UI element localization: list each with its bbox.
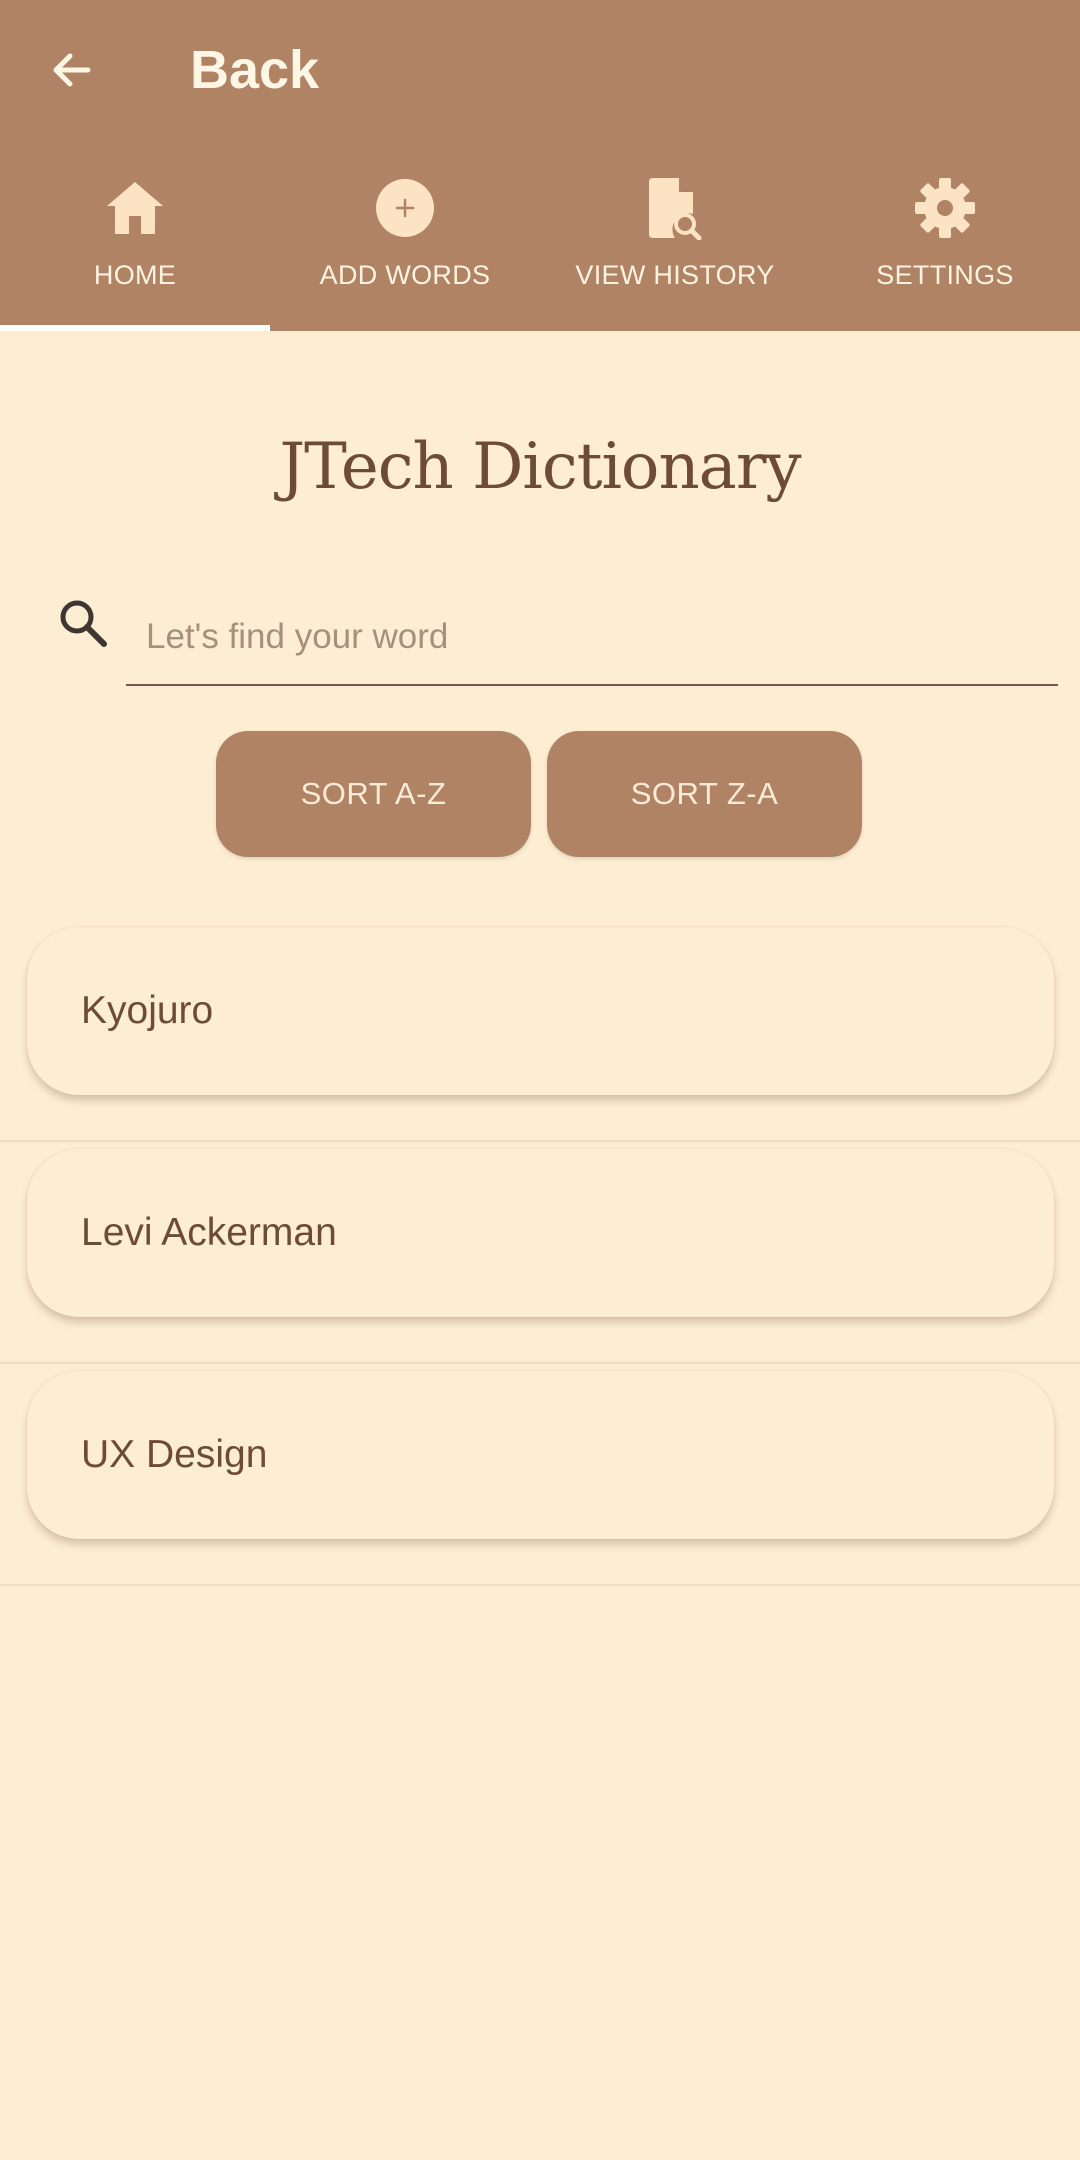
sort-za-button[interactable]: SORT Z-A <box>547 731 862 857</box>
sort-az-button[interactable]: SORT A-Z <box>216 731 531 857</box>
tab-add-words-label: ADD WORDS <box>319 260 491 290</box>
word-text: Levi Ackerman <box>81 1211 337 1254</box>
tab-home[interactable]: HOME <box>0 160 270 331</box>
tab-view-history-label: VIEW HISTORY <box>575 260 775 290</box>
toolbar-title[interactable]: Back <box>190 36 319 104</box>
list-item: Kyojuro <box>0 920 1080 1142</box>
app-header: Back HOME ADD WORDS VIEW HISTORY SETTING… <box>0 0 1080 331</box>
tab-settings-label: SETTINGS <box>876 260 1014 290</box>
tab-add-words[interactable]: ADD WORDS <box>270 160 540 331</box>
tab-bar: HOME ADD WORDS VIEW HISTORY SETTINGS <box>0 160 1080 331</box>
arrow-left-icon[interactable] <box>44 42 100 98</box>
list-item: UX Design <box>0 1364 1080 1586</box>
plus-circle-icon <box>371 174 439 242</box>
home-icon <box>101 174 169 242</box>
word-text: Kyojuro <box>81 989 214 1032</box>
page-title: JTech Dictionary <box>279 430 801 504</box>
list-item: Levi Ackerman <box>0 1142 1080 1364</box>
tab-view-history[interactable]: VIEW HISTORY <box>540 160 810 331</box>
tab-home-label: HOME <box>93 260 177 290</box>
document-search-icon <box>641 174 709 242</box>
word-card[interactable]: Levi Ackerman <box>27 1149 1054 1317</box>
search-input[interactable] <box>126 590 1058 686</box>
word-text: UX Design <box>81 1433 268 1476</box>
word-list: Kyojuro Levi Ackerman UX Design <box>0 920 1080 1586</box>
tab-selected-indicator <box>0 325 270 331</box>
word-card[interactable]: UX Design <box>27 1371 1054 1539</box>
word-card[interactable]: Kyojuro <box>27 927 1054 1095</box>
gear-icon <box>911 174 979 242</box>
search-icon <box>56 596 112 652</box>
toolbar: Back <box>0 0 1080 140</box>
tab-settings[interactable]: SETTINGS <box>810 160 1080 331</box>
